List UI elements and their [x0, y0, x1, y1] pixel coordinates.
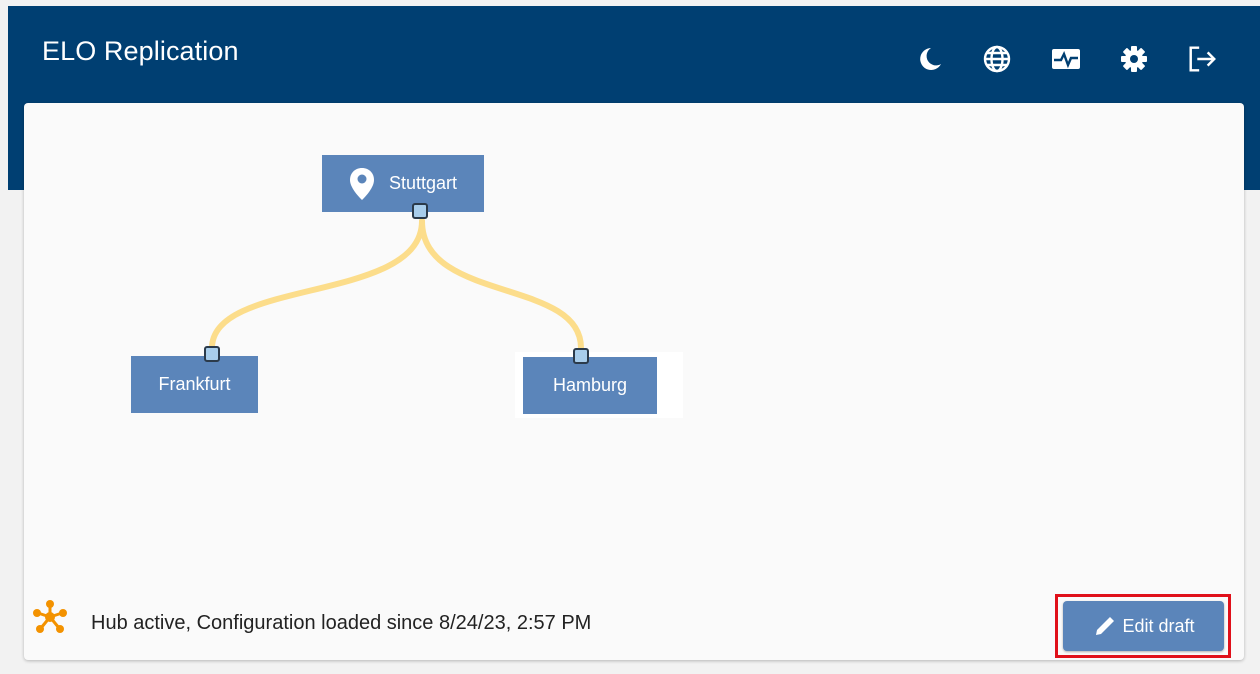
hub-status-icon — [32, 599, 68, 640]
location-pin-icon — [349, 167, 375, 201]
settings-gear-icon[interactable] — [1118, 43, 1150, 75]
replication-topology-card: Stuttgart Frankfurt Hamburg Hub active, … — [24, 103, 1244, 660]
node-hamburg[interactable]: Hamburg — [523, 357, 657, 414]
node-port[interactable] — [204, 346, 220, 362]
node-label: Hamburg — [552, 375, 628, 395]
edit-draft-label: Edit draft — [1122, 615, 1195, 636]
connection-stuttgart-frankfurt — [209, 218, 425, 351]
connection-stuttgart-hamburg — [419, 218, 584, 351]
pencil-icon — [1096, 617, 1115, 635]
header-toolbar — [8, 43, 1260, 83]
status-bar: Hub active, Configuration loaded since 8… — [24, 593, 824, 653]
logout-icon[interactable] — [1186, 43, 1218, 75]
monitoring-pulse-icon[interactable] — [1050, 43, 1082, 75]
dark-mode-icon[interactable] — [913, 43, 945, 75]
node-label: Frankfurt — [158, 374, 231, 394]
language-globe-icon[interactable] — [981, 43, 1013, 75]
node-port[interactable] — [573, 348, 589, 364]
node-label: Stuttgart — [388, 173, 458, 193]
node-stuttgart[interactable]: Stuttgart — [322, 155, 484, 212]
node-frankfurt[interactable]: Frankfurt — [131, 356, 258, 413]
status-text: Hub active, Configuration loaded since 8… — [91, 612, 592, 634]
topology-canvas: Stuttgart Frankfurt Hamburg — [24, 103, 724, 543]
edit-draft-button[interactable]: Edit draft — [1063, 601, 1224, 651]
node-port[interactable] — [412, 203, 428, 219]
